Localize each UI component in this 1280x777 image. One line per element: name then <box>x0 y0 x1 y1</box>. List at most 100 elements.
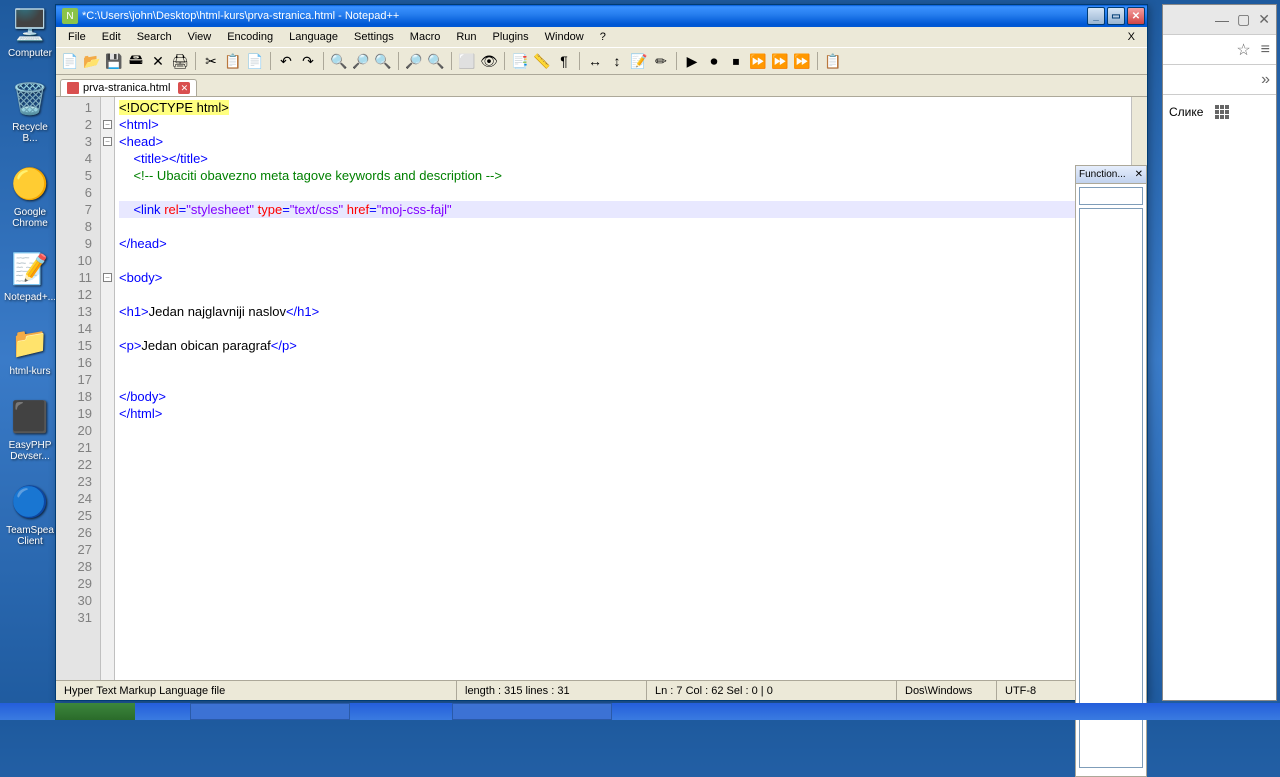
menu-icon[interactable]: ≡ <box>1261 41 1270 59</box>
desktop-icon[interactable]: 📝Notepad+... <box>5 249 55 303</box>
titlebar[interactable]: N *C:\Users\john\Desktop\html-kurs\prva-… <box>56 5 1147 27</box>
desktop-icon[interactable]: 🟡Google Chrome <box>5 164 55 229</box>
menu-edit[interactable]: Edit <box>94 29 129 45</box>
panel-close-icon[interactable]: ✕ <box>1135 169 1143 180</box>
code-line[interactable]: <title></title> <box>119 150 1127 167</box>
menu-view[interactable]: View <box>180 29 220 45</box>
code-line[interactable] <box>119 320 1127 337</box>
toolbar-button[interactable]: ⏩ <box>748 51 768 71</box>
menu-encoding[interactable]: Encoding <box>219 29 281 45</box>
expand-icon[interactable]: » <box>1261 71 1270 89</box>
toolbar-button[interactable]: ✕ <box>148 51 168 71</box>
menu-search[interactable]: Search <box>129 29 180 45</box>
code-line[interactable]: </html> <box>119 405 1127 422</box>
toolbar-button[interactable]: ⬜ <box>457 51 477 71</box>
toolbar-button[interactable]: 📂 <box>82 51 102 71</box>
start-button[interactable] <box>55 703 135 720</box>
code-line[interactable] <box>119 286 1127 303</box>
code-line[interactable] <box>119 473 1127 490</box>
toolbar-button[interactable]: ⏺ <box>704 51 724 71</box>
desktop-icon[interactable]: ⬛EasyPHP Devser... <box>5 397 55 462</box>
menu-window[interactable]: Window <box>537 29 592 45</box>
desktop-icon[interactable]: 🖥️Computer <box>5 5 55 59</box>
toolbar-button[interactable]: 💾 <box>104 51 124 71</box>
code-line[interactable]: <!DOCTYPE html> <box>119 99 1127 116</box>
toolbar-button[interactable]: 👁 <box>479 51 499 71</box>
code-line[interactable] <box>119 609 1127 626</box>
menu-settings[interactable]: Settings <box>346 29 402 45</box>
code-line[interactable] <box>119 354 1127 371</box>
menu-file[interactable]: File <box>60 29 94 45</box>
desktop-icon[interactable]: 🗑️Recycle B... <box>5 79 55 144</box>
code-line[interactable] <box>119 218 1127 235</box>
code-line[interactable] <box>119 439 1127 456</box>
code-line[interactable]: <!-- Ubaciti obavezno meta tagove keywor… <box>119 167 1127 184</box>
menu-run[interactable]: Run <box>448 29 484 45</box>
menu-[interactable]: ? <box>592 29 614 45</box>
toolbar-button[interactable]: ↕ <box>607 51 627 71</box>
code-line[interactable] <box>119 541 1127 558</box>
close-icon[interactable]: ✕ <box>1258 11 1270 28</box>
code-line[interactable]: <body> <box>119 269 1127 286</box>
toolbar-button[interactable]: 📝 <box>629 51 649 71</box>
code-line[interactable] <box>119 558 1127 575</box>
maximize-button[interactable]: ▭ <box>1107 7 1125 25</box>
toolbar-button[interactable]: ↷ <box>298 51 318 71</box>
nav-link[interactable]: Слике <box>1169 105 1203 119</box>
star-icon[interactable]: ☆ <box>1236 40 1250 60</box>
maximize-icon[interactable]: ▢ <box>1237 11 1250 28</box>
toolbar-button[interactable]: 📏 <box>532 51 552 71</box>
code-line[interactable]: <link rel="stylesheet" type="text/css" h… <box>119 201 1127 218</box>
fold-toggle-icon[interactable]: − <box>103 273 112 282</box>
toolbar-button[interactable]: 🔍 <box>329 51 349 71</box>
code-line[interactable] <box>119 490 1127 507</box>
toolbar-button[interactable]: 🔍 <box>426 51 446 71</box>
tab-close-icon[interactable]: ✕ <box>178 82 190 94</box>
toolbar-button[interactable]: 🔍 <box>373 51 393 71</box>
file-tab[interactable]: prva-stranica.html ✕ <box>60 79 197 96</box>
fold-toggle-icon[interactable]: − <box>103 120 112 129</box>
code-line[interactable] <box>119 184 1127 201</box>
toolbar-button[interactable]: 🔎 <box>351 51 371 71</box>
toolbar-button[interactable]: ↔ <box>585 51 605 71</box>
code-line[interactable]: </body> <box>119 388 1127 405</box>
toolbar-button[interactable]: ¶ <box>554 51 574 71</box>
toolbar-button[interactable]: ⏹ <box>726 51 746 71</box>
desktop-icon[interactable]: 📁html-kurs <box>5 323 55 377</box>
menu-plugins[interactable]: Plugins <box>485 29 537 45</box>
code-line[interactable] <box>119 575 1127 592</box>
toolbar-button[interactable]: 📋 <box>823 51 843 71</box>
taskbar-item[interactable] <box>452 703 612 720</box>
code-line[interactable] <box>119 252 1127 269</box>
menu-macro[interactable]: Macro <box>402 29 449 45</box>
code-line[interactable]: <p>Jedan obican paragraf</p> <box>119 337 1127 354</box>
code-line[interactable]: </head> <box>119 235 1127 252</box>
code-line[interactable]: <h1>Jedan najglavniji naslov</h1> <box>119 303 1127 320</box>
secondary-close-button[interactable]: X <box>1120 29 1143 45</box>
taskbar-item[interactable] <box>190 703 350 720</box>
toolbar-button[interactable]: 🖨 <box>170 51 190 71</box>
minimize-icon[interactable]: — <box>1215 12 1229 28</box>
toolbar-button[interactable]: 📑 <box>510 51 530 71</box>
desktop-icon[interactable]: 🔵TeamSpea Client <box>5 482 55 547</box>
code-line[interactable] <box>119 422 1127 439</box>
toolbar-button[interactable]: ↶ <box>276 51 296 71</box>
toolbar-button[interactable]: ▶ <box>682 51 702 71</box>
code-line[interactable] <box>119 592 1127 609</box>
toolbar-button[interactable]: ⏩ <box>792 51 812 71</box>
toolbar-button[interactable]: 📄 <box>60 51 80 71</box>
toolbar-button[interactable]: ✂ <box>201 51 221 71</box>
code-line[interactable]: <head> <box>119 133 1127 150</box>
code-line[interactable]: <html> <box>119 116 1127 133</box>
toolbar-button[interactable]: 🖴 <box>126 51 146 71</box>
code-line[interactable] <box>119 507 1127 524</box>
function-search-input[interactable] <box>1079 187 1143 205</box>
toolbar-button[interactable]: 📋 <box>223 51 243 71</box>
code-line[interactable] <box>119 456 1127 473</box>
code-line[interactable] <box>119 371 1127 388</box>
toolbar-button[interactable]: 📄 <box>245 51 265 71</box>
code-editor[interactable]: <!DOCTYPE html><html><head> <title></tit… <box>115 97 1131 680</box>
toolbar-button[interactable]: 🔎 <box>404 51 424 71</box>
taskbar[interactable] <box>0 703 1280 720</box>
minimize-button[interactable]: _ <box>1087 7 1105 25</box>
